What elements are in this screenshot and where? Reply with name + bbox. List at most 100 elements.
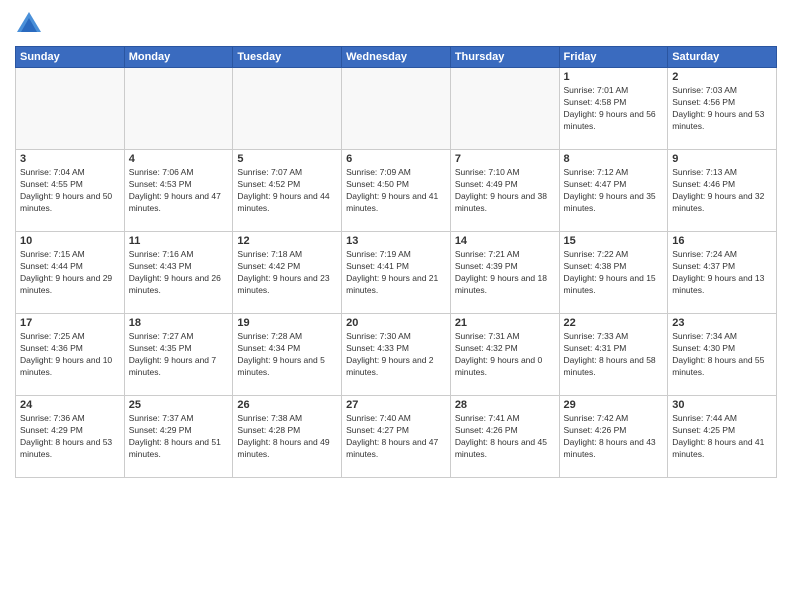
calendar-cell: 12 Sunrise: 7:18 AM Sunset: 4:42 PM Dayli… — [233, 232, 342, 314]
day-info: Sunrise: 7:19 AM Sunset: 4:41 PM Dayligh… — [346, 249, 446, 297]
calendar-week-4: 24 Sunrise: 7:36 AM Sunset: 4:29 PM Dayli… — [16, 396, 777, 478]
day-info: Sunrise: 7:06 AM Sunset: 4:53 PM Dayligh… — [129, 167, 229, 215]
calendar-cell: 9 Sunrise: 7:13 AM Sunset: 4:46 PM Daylig… — [668, 150, 777, 232]
calendar-cell: 17 Sunrise: 7:25 AM Sunset: 4:36 PM Dayli… — [16, 314, 125, 396]
day-number: 2 — [672, 71, 772, 83]
day-info: Sunrise: 7:21 AM Sunset: 4:39 PM Dayligh… — [455, 249, 555, 297]
day-info: Sunrise: 7:28 AM Sunset: 4:34 PM Dayligh… — [237, 331, 337, 379]
calendar-cell: 16 Sunrise: 7:24 AM Sunset: 4:37 PM Dayli… — [668, 232, 777, 314]
calendar-cell: 14 Sunrise: 7:21 AM Sunset: 4:39 PM Dayli… — [450, 232, 559, 314]
calendar-cell: 10 Sunrise: 7:15 AM Sunset: 4:44 PM Dayli… — [16, 232, 125, 314]
day-info: Sunrise: 7:15 AM Sunset: 4:44 PM Dayligh… — [20, 249, 120, 297]
day-info: Sunrise: 7:22 AM Sunset: 4:38 PM Dayligh… — [564, 249, 664, 297]
calendar-week-2: 10 Sunrise: 7:15 AM Sunset: 4:44 PM Dayli… — [16, 232, 777, 314]
calendar-cell: 25 Sunrise: 7:37 AM Sunset: 4:29 PM Dayli… — [124, 396, 233, 478]
logo — [15, 10, 47, 38]
day-info: Sunrise: 7:41 AM Sunset: 4:26 PM Dayligh… — [455, 413, 555, 461]
header — [15, 10, 777, 38]
calendar-header-monday: Monday — [124, 47, 233, 68]
day-info: Sunrise: 7:36 AM Sunset: 4:29 PM Dayligh… — [20, 413, 120, 461]
day-number: 7 — [455, 153, 555, 165]
calendar-header-sunday: Sunday — [16, 47, 125, 68]
day-info: Sunrise: 7:01 AM Sunset: 4:58 PM Dayligh… — [564, 85, 664, 133]
calendar-cell: 19 Sunrise: 7:28 AM Sunset: 4:34 PM Dayli… — [233, 314, 342, 396]
day-number: 14 — [455, 235, 555, 247]
day-number: 27 — [346, 399, 446, 411]
day-number: 26 — [237, 399, 337, 411]
day-number: 13 — [346, 235, 446, 247]
day-number: 28 — [455, 399, 555, 411]
calendar-week-0: 1Sunrise: 7:01 AM Sunset: 4:58 PM Daylig… — [16, 68, 777, 150]
day-info: Sunrise: 7:24 AM Sunset: 4:37 PM Dayligh… — [672, 249, 772, 297]
calendar-cell: 1Sunrise: 7:01 AM Sunset: 4:58 PM Daylig… — [559, 68, 668, 150]
day-number: 19 — [237, 317, 337, 329]
calendar-header-tuesday: Tuesday — [233, 47, 342, 68]
day-number: 10 — [20, 235, 120, 247]
calendar-cell — [124, 68, 233, 150]
calendar-cell: 23Sunrise: 7:34 AM Sunset: 4:30 PM Dayli… — [668, 314, 777, 396]
day-number: 4 — [129, 153, 229, 165]
day-info: Sunrise: 7:38 AM Sunset: 4:28 PM Dayligh… — [237, 413, 337, 461]
day-info: Sunrise: 7:31 AM Sunset: 4:32 PM Dayligh… — [455, 331, 555, 379]
page: SundayMondayTuesdayWednesdayThursdayFrid… — [0, 0, 792, 612]
day-info: Sunrise: 7:27 AM Sunset: 4:35 PM Dayligh… — [129, 331, 229, 379]
day-info: Sunrise: 7:12 AM Sunset: 4:47 PM Dayligh… — [564, 167, 664, 215]
calendar-cell — [233, 68, 342, 150]
day-number: 16 — [672, 235, 772, 247]
calendar-cell: 22Sunrise: 7:33 AM Sunset: 4:31 PM Dayli… — [559, 314, 668, 396]
calendar-header-saturday: Saturday — [668, 47, 777, 68]
day-info: Sunrise: 7:10 AM Sunset: 4:49 PM Dayligh… — [455, 167, 555, 215]
calendar-cell: 30 Sunrise: 7:44 AM Sunset: 4:25 PM Dayli… — [668, 396, 777, 478]
day-number: 12 — [237, 235, 337, 247]
day-info: Sunrise: 7:18 AM Sunset: 4:42 PM Dayligh… — [237, 249, 337, 297]
day-number: 20 — [346, 317, 446, 329]
calendar-cell: 29 Sunrise: 7:42 AM Sunset: 4:26 PM Dayli… — [559, 396, 668, 478]
day-info: Sunrise: 7:30 AM Sunset: 4:33 PM Dayligh… — [346, 331, 446, 379]
calendar-cell: 13 Sunrise: 7:19 AM Sunset: 4:41 PM Dayli… — [342, 232, 451, 314]
day-number: 18 — [129, 317, 229, 329]
day-number: 9 — [672, 153, 772, 165]
calendar-header-thursday: Thursday — [450, 47, 559, 68]
day-info: Sunrise: 7:44 AM Sunset: 4:25 PM Dayligh… — [672, 413, 772, 461]
day-info: Sunrise: 7:03 AM Sunset: 4:56 PM Dayligh… — [672, 85, 772, 133]
calendar-header-row: SundayMondayTuesdayWednesdayThursdayFrid… — [16, 47, 777, 68]
day-info: Sunrise: 7:25 AM Sunset: 4:36 PM Dayligh… — [20, 331, 120, 379]
calendar-cell: 26 Sunrise: 7:38 AM Sunset: 4:28 PM Dayli… — [233, 396, 342, 478]
day-number: 29 — [564, 399, 664, 411]
day-info: Sunrise: 7:13 AM Sunset: 4:46 PM Dayligh… — [672, 167, 772, 215]
day-info: Sunrise: 7:37 AM Sunset: 4:29 PM Dayligh… — [129, 413, 229, 461]
calendar-cell: 2 Sunrise: 7:03 AM Sunset: 4:56 PM Daylig… — [668, 68, 777, 150]
day-number: 25 — [129, 399, 229, 411]
calendar-header-wednesday: Wednesday — [342, 47, 451, 68]
day-number: 21 — [455, 317, 555, 329]
calendar: SundayMondayTuesdayWednesdayThursdayFrid… — [15, 46, 777, 478]
day-number: 15 — [564, 235, 664, 247]
day-number: 17 — [20, 317, 120, 329]
day-number: 30 — [672, 399, 772, 411]
day-info: Sunrise: 7:34 AM Sunset: 4:30 PM Dayligh… — [672, 331, 772, 379]
day-info: Sunrise: 7:42 AM Sunset: 4:26 PM Dayligh… — [564, 413, 664, 461]
calendar-cell: 11 Sunrise: 7:16 AM Sunset: 4:43 PM Dayli… — [124, 232, 233, 314]
day-number: 11 — [129, 235, 229, 247]
calendar-cell — [342, 68, 451, 150]
day-info: Sunrise: 7:16 AM Sunset: 4:43 PM Dayligh… — [129, 249, 229, 297]
day-number: 5 — [237, 153, 337, 165]
day-info: Sunrise: 7:33 AM Sunset: 4:31 PM Dayligh… — [564, 331, 664, 379]
calendar-cell: 4 Sunrise: 7:06 AM Sunset: 4:53 PM Daylig… — [124, 150, 233, 232]
calendar-cell: 7 Sunrise: 7:10 AM Sunset: 4:49 PM Daylig… — [450, 150, 559, 232]
calendar-cell: 3 Sunrise: 7:04 AM Sunset: 4:55 PM Daylig… — [16, 150, 125, 232]
calendar-cell: 8 Sunrise: 7:12 AM Sunset: 4:47 PM Daylig… — [559, 150, 668, 232]
calendar-cell: 15 Sunrise: 7:22 AM Sunset: 4:38 PM Dayli… — [559, 232, 668, 314]
day-number: 8 — [564, 153, 664, 165]
logo-icon — [15, 10, 43, 38]
calendar-week-3: 17 Sunrise: 7:25 AM Sunset: 4:36 PM Dayli… — [16, 314, 777, 396]
day-info: Sunrise: 7:07 AM Sunset: 4:52 PM Dayligh… — [237, 167, 337, 215]
calendar-cell: 18 Sunrise: 7:27 AM Sunset: 4:35 PM Dayli… — [124, 314, 233, 396]
day-number: 24 — [20, 399, 120, 411]
calendar-header-friday: Friday — [559, 47, 668, 68]
day-number: 3 — [20, 153, 120, 165]
calendar-cell: 27Sunrise: 7:40 AM Sunset: 4:27 PM Dayli… — [342, 396, 451, 478]
day-info: Sunrise: 7:04 AM Sunset: 4:55 PM Dayligh… — [20, 167, 120, 215]
calendar-cell: 28 Sunrise: 7:41 AM Sunset: 4:26 PM Dayli… — [450, 396, 559, 478]
calendar-cell: 24 Sunrise: 7:36 AM Sunset: 4:29 PM Dayli… — [16, 396, 125, 478]
